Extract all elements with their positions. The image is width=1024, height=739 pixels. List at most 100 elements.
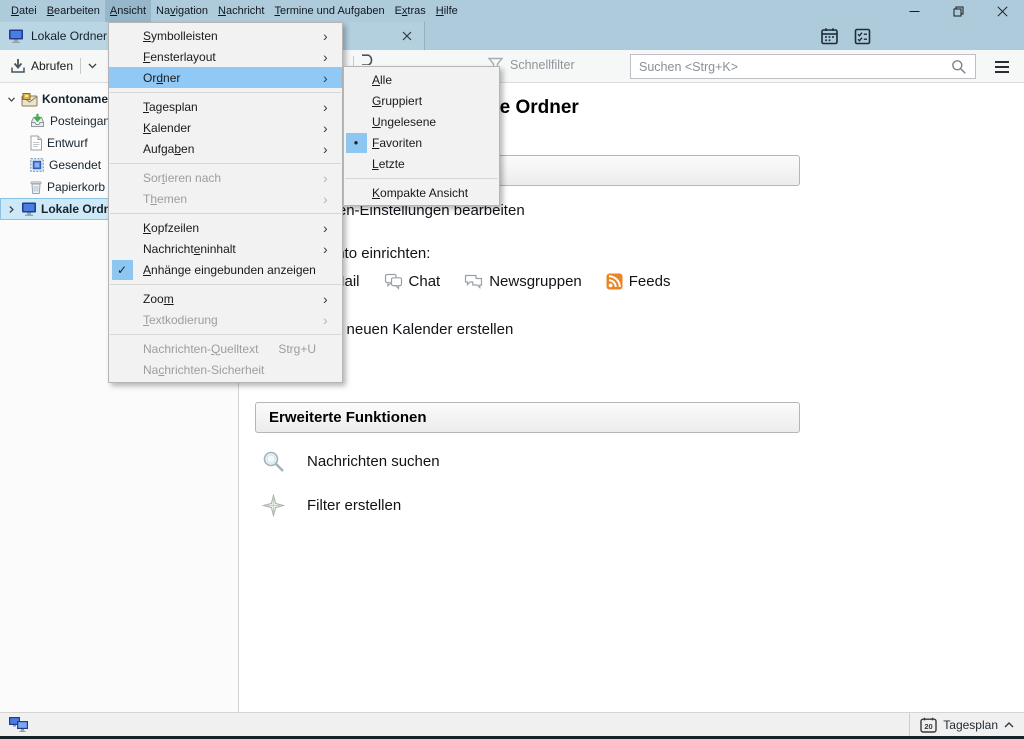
menu-item[interactable]: Alle › — [344, 69, 499, 90]
menu-item[interactable]: ✓ Anhänge eingebunden anzeigen › — [109, 259, 342, 280]
folder-icon — [29, 113, 46, 129]
menu-item[interactable]: › — [344, 174, 499, 182]
menu-item-gutter — [109, 46, 135, 67]
menu-item-gutter: ✓ — [109, 259, 135, 280]
menu-item[interactable]: Themen › — [109, 188, 342, 209]
menu-item[interactable]: Fensterlayout › — [109, 46, 342, 67]
account-type-icon — [606, 273, 623, 290]
advanced-feature-link[interactable]: Nachrichten suchen — [262, 439, 440, 483]
restore-button[interactable] — [936, 0, 980, 22]
get-mail-icon — [10, 58, 26, 74]
menu-item-label: Symbolleisten — [143, 29, 323, 43]
account-type-label: Chat — [409, 273, 441, 290]
menu-item[interactable]: › — [109, 209, 342, 217]
menu-item[interactable]: Kompakte Ansicht › — [344, 182, 499, 203]
close-button[interactable] — [980, 0, 1024, 22]
account-type-label: Feeds — [629, 273, 671, 290]
menubar-item[interactable]: Extras — [390, 0, 431, 22]
menu-item[interactable]: Sortieren nach › — [109, 167, 342, 188]
folder-submenu-popup: Alle › Gruppiert › Ungelesene › ● Favori… — [343, 66, 500, 206]
restore-icon — [953, 6, 964, 17]
menu-item-label: Nachrichteninhalt — [143, 242, 323, 256]
advanced-section-title: Erweiterte Funktionen — [269, 409, 427, 426]
advanced-feature-link[interactable]: Filter erstellen — [262, 483, 440, 527]
menu-item[interactable]: Ungelesene › — [344, 111, 499, 132]
menubar-item-label: Bearbeiten — [47, 5, 100, 17]
menu-item[interactable]: Gruppiert › — [344, 90, 499, 111]
submenu-arrow-icon: › — [323, 192, 337, 206]
calendar-20-icon: 20 — [920, 717, 937, 733]
minimize-button[interactable] — [892, 0, 936, 22]
setup-account-link[interactable]: Newsgruppen — [464, 273, 582, 290]
menu-item[interactable]: › — [109, 88, 342, 96]
menubar-item[interactable]: Navigation — [151, 0, 213, 22]
submenu-arrow-icon: › — [323, 29, 337, 43]
submenu-arrow-icon: › — [323, 221, 337, 235]
view-menu-popup: Symbolleisten › Fensterlayout › Ordner ›… — [108, 22, 343, 383]
submenu-arrow-icon: › — [323, 50, 337, 64]
quick-filter-button[interactable]: Schnellfilter — [487, 56, 575, 73]
menubar-item[interactable]: Ansicht — [105, 0, 151, 22]
menu-item[interactable]: Letzte › — [344, 153, 499, 174]
folder-icon — [21, 201, 37, 217]
setup-account-link[interactable]: Chat — [384, 273, 441, 290]
menubar-item[interactable]: Datei — [6, 0, 42, 22]
open-calendar-tab-button[interactable] — [817, 24, 841, 48]
menubar-item[interactable]: Nachricht — [213, 0, 269, 22]
menu-item-gutter — [109, 309, 135, 330]
setup-account-link[interactable]: Feeds — [606, 273, 671, 290]
feature-icon — [262, 450, 285, 473]
search-icon[interactable] — [951, 59, 967, 75]
tree-chevron-icon[interactable] — [5, 95, 17, 104]
menu-item[interactable]: › — [109, 159, 342, 167]
menu-item[interactable]: Kopfzeilen › — [109, 217, 342, 238]
menu-item[interactable]: Aufgaben › — [109, 138, 342, 159]
tab-close-icon[interactable] — [399, 28, 415, 44]
menu-item[interactable]: Nachrichteninhalt › — [109, 238, 342, 259]
menu-item-label: Aufgaben — [143, 142, 323, 156]
folder-label: Posteingang — [50, 114, 117, 128]
menu-item-gutter — [109, 288, 135, 309]
menu-item[interactable]: › — [109, 330, 342, 338]
menu-item-gutter — [109, 96, 135, 117]
get-mail-button[interactable]: Abrufen — [6, 53, 101, 79]
app-menu-button[interactable] — [988, 55, 1016, 79]
menu-item[interactable]: Textkodierung › — [109, 309, 342, 330]
menu-item[interactable]: Ordner › — [109, 67, 342, 88]
menubar-item[interactable]: Hilfe — [431, 0, 463, 22]
menubar-item-label: Navigation — [156, 5, 208, 17]
menu-item[interactable]: Tagesplan › — [109, 96, 342, 117]
menu-item-label: Zoom — [143, 292, 323, 306]
menu-item-gutter — [109, 359, 135, 380]
menu-item-label: Kompakte Ansicht — [372, 186, 499, 200]
menu-item[interactable]: Kalender › — [109, 117, 342, 138]
menu-item-gutter — [109, 138, 135, 159]
online-status-icon[interactable] — [8, 716, 31, 733]
menu-item-label: Sortieren nach — [143, 171, 323, 185]
chevron-down-icon[interactable] — [88, 63, 97, 69]
menu-item[interactable]: Nachrichten-Quelltext Strg+U › — [109, 338, 342, 359]
tree-chevron-icon[interactable] — [5, 205, 17, 214]
menu-item[interactable]: Symbolleisten › — [109, 25, 342, 46]
menu-item[interactable]: › — [109, 280, 342, 288]
radio-dot-icon: ● — [346, 133, 367, 153]
menu-item-gutter — [344, 69, 368, 90]
menubar-item[interactable]: Bearbeiten — [42, 0, 105, 22]
open-tasks-tab-button[interactable] — [850, 24, 874, 48]
menu-item-label: Kalender — [143, 121, 323, 135]
menu-item[interactable]: ● Favoriten › — [344, 132, 499, 153]
menu-item-label: Favoriten — [372, 136, 499, 150]
menu-item-label: Alle — [372, 73, 499, 87]
computer-icon — [8, 28, 24, 44]
menu-item[interactable]: Zoom › — [109, 288, 342, 309]
menu-item[interactable]: Nachrichten-Sicherheit › — [109, 359, 342, 380]
menubar-item[interactable]: Termine und Aufgaben — [269, 0, 389, 22]
menu-item-gutter — [109, 188, 135, 209]
submenu-arrow-icon: › — [323, 121, 337, 135]
submenu-arrow-icon: › — [323, 100, 337, 114]
menu-item-label: Textkodierung — [143, 313, 323, 327]
folder-label: Kontoname — [42, 92, 108, 106]
today-pane-toggle[interactable]: 20 Tagesplan — [909, 713, 1024, 736]
search-input[interactable] — [631, 55, 975, 78]
calendar-icon — [820, 27, 839, 46]
